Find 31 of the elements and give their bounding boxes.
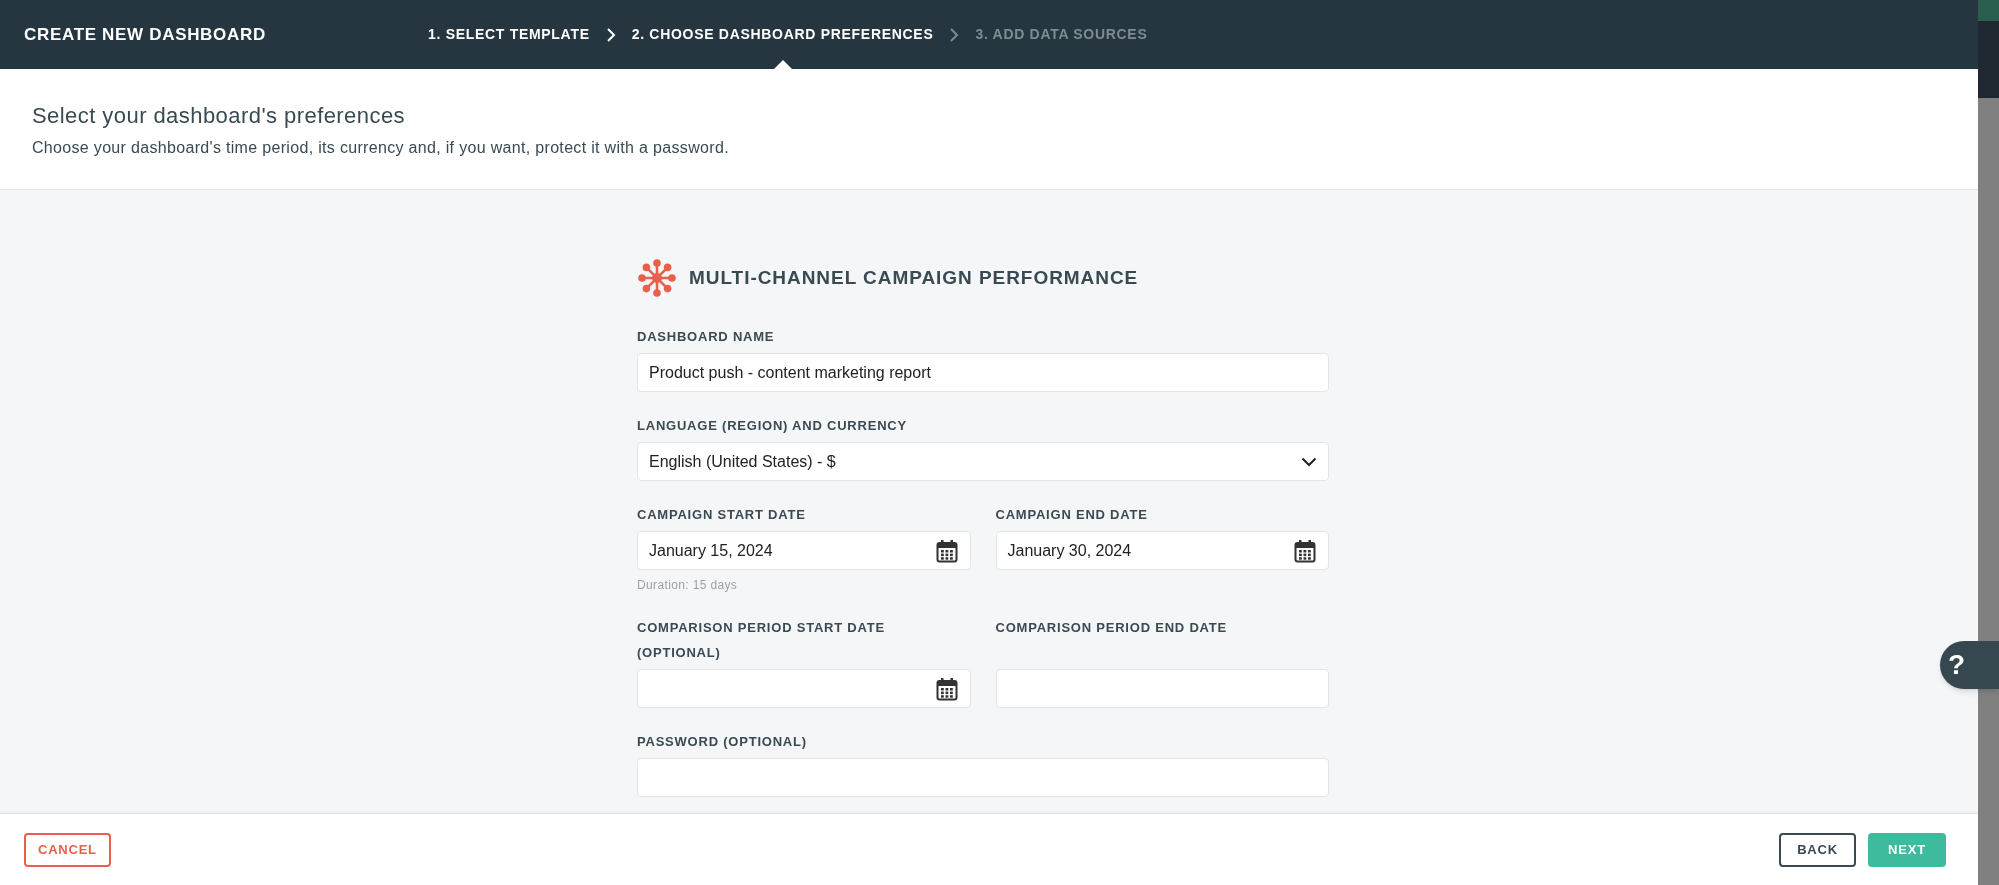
duration-hint: Duration: 15 days (637, 577, 739, 594)
step-tab[interactable]: 1. SELECT TEMPLATE (428, 0, 590, 69)
page-heading: Select your dashboard's preferences (32, 102, 407, 130)
select-field[interactable]: English (United States) - $ (637, 442, 1329, 481)
page-description: Choose your dashboard's time period, its currency and, if you want, protect it with a password. (32, 138, 730, 158)
date-value: January 15, 2024 (649, 540, 773, 561)
field-label: PASSWORD (OPTIONAL) (637, 733, 808, 751)
password-field[interactable] (637, 758, 1329, 797)
calendar-icon[interactable] (1294, 538, 1316, 563)
calendar-icon[interactable] (935, 676, 958, 701)
back-button[interactable]: BACK (1779, 832, 1856, 867)
field-label: CAMPAIGN END DATE (995, 506, 1149, 524)
field-label: DASHBOARD NAME (637, 328, 776, 346)
field-label: COMPARISON PERIOD START DATE (OPTIONAL) (637, 619, 886, 662)
input-field[interactable] (995, 669, 1329, 708)
calendar-icon[interactable] (935, 538, 958, 563)
network-logo-icon (637, 258, 677, 298)
template-title: MULTI-CHANNEL CAMPAIGN PERFORMANCE (689, 265, 1139, 290)
field-label: CAMPAIGN START DATE (637, 506, 807, 524)
chevron-down-icon (1301, 456, 1317, 467)
chevron-right-icon (949, 27, 960, 42)
window-title: CREATE NEW DASHBOARD (24, 23, 267, 46)
field-label: COMPARISON PERIOD END DATE (995, 619, 1228, 637)
field-label: LANGUAGE (REGION) AND CURRENCY (637, 417, 908, 435)
date-value: January 30, 2024 (1007, 540, 1132, 561)
help-button[interactable]: ? (1940, 641, 1999, 689)
input-field[interactable]: Product push - content marketing report (637, 353, 1329, 392)
date-field[interactable]: January 15, 2024 (637, 531, 971, 570)
date-field[interactable]: January 30, 2024 (995, 531, 1329, 570)
date-field[interactable] (637, 669, 971, 708)
chevron-right-icon (605, 27, 616, 42)
